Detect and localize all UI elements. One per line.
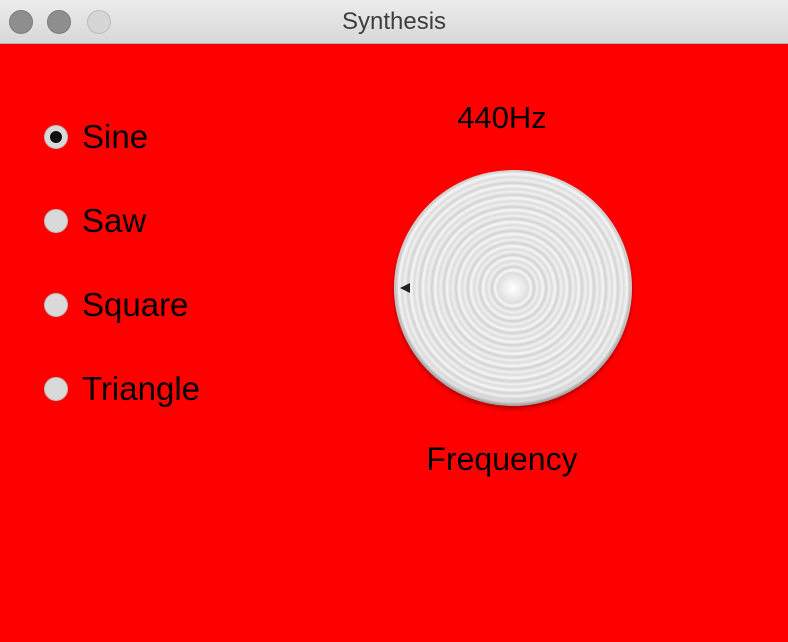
synthesis-window: Synthesis Sine Saw Square Triangle 440Hz… [0,0,788,642]
waveform-option-label: Square [82,286,189,323]
synth-panel: Sine Saw Square Triangle 440Hz Frequency [0,44,788,642]
frequency-knob[interactable] [394,170,632,406]
waveform-option-label: Saw [82,202,147,239]
frequency-value-readout: 440Hz [457,100,547,135]
knob-pointer-icon [400,283,410,293]
frequency-knob-label: Frequency [426,441,578,477]
window-title: Synthesis [341,8,447,35]
waveform-option-label: Triangle [82,370,200,407]
title-bar[interactable]: Synthesis [0,0,788,44]
radio-button-triangle[interactable] [44,377,68,401]
waveform-option-label: Sine [82,118,149,155]
waveform-option-sine[interactable]: Sine [44,117,148,157]
radio-button-sine[interactable] [44,125,68,149]
knob-center-cap [498,273,528,303]
radio-button-square[interactable] [44,293,68,317]
waveform-option-triangle[interactable]: Triangle [44,369,200,409]
radio-button-saw[interactable] [44,209,68,233]
waveform-option-saw[interactable]: Saw [44,201,146,241]
waveform-option-square[interactable]: Square [44,285,188,325]
